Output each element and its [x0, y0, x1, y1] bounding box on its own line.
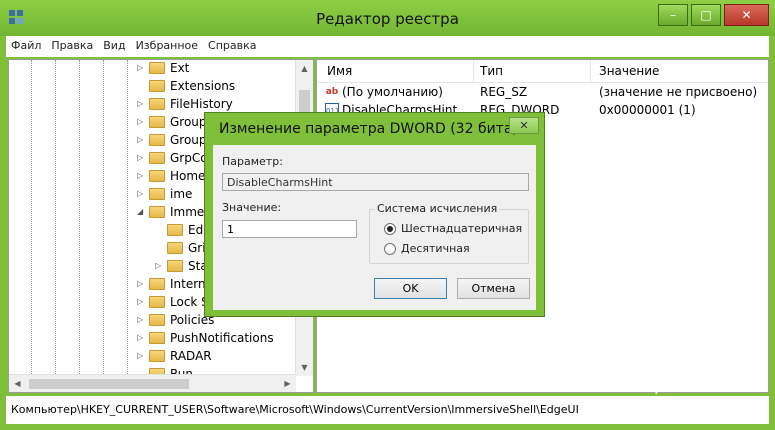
expand-arrow-icon[interactable] — [155, 244, 163, 252]
scroll-up-arrow-icon[interactable]: ▲ — [296, 60, 313, 77]
folder-icon — [167, 242, 183, 254]
scroll-thumb[interactable] — [29, 379, 189, 389]
expand-arrow-icon[interactable]: ▷ — [137, 100, 145, 108]
folder-icon — [167, 260, 183, 272]
tree-item-label: Gri — [188, 241, 206, 255]
folder-icon — [149, 62, 165, 74]
tree-item[interactable]: Extensions — [9, 78, 296, 96]
expand-arrow-icon[interactable]: ▷ — [137, 352, 145, 360]
expand-arrow-icon[interactable]: ▷ — [137, 190, 145, 198]
folder-icon — [149, 278, 165, 290]
value-data: 0x00000001 (1) — [599, 103, 696, 117]
folder-icon — [149, 152, 165, 164]
cancel-button[interactable]: Отмена — [457, 278, 530, 299]
expand-arrow-icon[interactable]: ▷ — [137, 298, 145, 306]
edit-dword-dialog: Изменение параметра DWORD (32 бита) ✕ Па… — [204, 112, 545, 317]
list-item[interactable]: ab (По умолчанию) REG_SZ (значение не пр… — [317, 84, 768, 102]
expand-arrow-icon[interactable]: ▷ — [155, 262, 163, 270]
menu-bar: Файл Правка Вид Избранное Справка — [6, 36, 769, 57]
title-bar[interactable]: Редактор реестра – □ ✕ — [0, 0, 775, 36]
decimal-radio[interactable] — [384, 243, 396, 255]
expand-arrow-icon[interactable]: ▷ — [137, 154, 145, 162]
maximize-button[interactable]: □ — [691, 4, 721, 26]
expand-arrow-icon[interactable]: ▷ — [137, 172, 145, 180]
tree-item-label: ime — [170, 187, 193, 201]
dialog-close-button[interactable]: ✕ — [509, 117, 539, 134]
base-group-label: Система исчисления — [375, 202, 500, 215]
value-type: REG_SZ — [480, 85, 528, 99]
expand-arrow-icon[interactable]: ▷ — [137, 334, 145, 342]
folder-icon — [149, 98, 165, 110]
scroll-right-arrow-icon[interactable]: ▶ — [279, 375, 296, 392]
registry-editor-window: Редактор реестра – □ ✕ Файл Правка Вид Избр… — [0, 0, 775, 430]
folder-icon — [149, 134, 165, 146]
tree-item-label: Group — [170, 133, 207, 147]
folder-icon — [149, 296, 165, 308]
expand-arrow-icon[interactable]: ▷ — [137, 118, 145, 126]
minimize-button[interactable]: – — [658, 4, 688, 26]
folder-icon — [149, 170, 165, 182]
expand-arrow-icon[interactable]: ▷ — [137, 136, 145, 144]
folder-icon — [149, 332, 165, 344]
menu-help[interactable]: Справка — [203, 36, 261, 55]
tree-horizontal-scrollbar[interactable]: ◀ ▶ — [9, 374, 296, 392]
folder-icon — [149, 188, 165, 200]
string-value-icon: ab — [325, 87, 339, 97]
tree-item[interactable]: ▷ Ext — [9, 60, 296, 78]
menu-edit[interactable]: Правка — [46, 36, 98, 55]
hex-radio[interactable] — [384, 223, 396, 235]
tree-item[interactable]: ▷ PushNotifications — [9, 330, 296, 348]
expand-arrow-icon[interactable]: ▷ — [137, 316, 145, 324]
expand-arrow-icon[interactable]: ▷ — [137, 64, 145, 72]
tree-item-label: Group — [170, 115, 207, 129]
parameter-name-field: DisableCharmsHint — [222, 173, 529, 191]
value-label: Значение: — [222, 201, 282, 214]
watermark: www.wincore.ru — [580, 389, 747, 413]
folder-icon — [149, 314, 165, 326]
folder-icon — [149, 350, 165, 362]
expand-arrow-icon[interactable]: ▷ — [137, 280, 145, 288]
tree-item-label: Extensions — [170, 79, 236, 93]
ok-button[interactable]: OK — [374, 278, 447, 299]
column-name-header[interactable]: Имя — [327, 64, 352, 78]
tree-item-label: RADAR — [170, 349, 212, 363]
column-data-header[interactable]: Значение — [599, 64, 659, 78]
value-data: (значение не присвоено) — [599, 85, 758, 99]
tree-item-label: Ext — [170, 61, 190, 75]
parameter-label: Параметр: — [222, 155, 283, 168]
scroll-left-arrow-icon[interactable]: ◀ — [9, 375, 26, 392]
tree-item-label: Lock S — [170, 295, 209, 309]
close-button[interactable]: ✕ — [724, 4, 769, 26]
list-header: Имя Тип Значение — [317, 60, 768, 83]
tree-item-label: PushNotifications — [170, 331, 274, 345]
current-key-path: Компьютер\HKEY_CURRENT_USER\Software\Mic… — [11, 403, 579, 416]
tree-item[interactable]: ▷ RADAR — [9, 348, 296, 366]
folder-icon — [149, 80, 165, 92]
scroll-down-arrow-icon[interactable]: ▼ — [296, 359, 313, 376]
menu-file[interactable]: Файл — [6, 36, 46, 55]
value-name: (По умолчанию) — [342, 85, 443, 99]
expand-arrow-icon[interactable] — [155, 226, 163, 234]
dialog-body: Параметр: DisableCharmsHint Значение: 1 … — [213, 145, 536, 310]
folder-icon — [149, 206, 165, 218]
folder-icon — [167, 224, 183, 236]
tree-item-label: FileHistory — [170, 97, 233, 111]
base-groupbox: Система исчисления Шестнадцатеричная Дес… — [369, 202, 529, 264]
decimal-radio-label[interactable]: Десятичная — [401, 242, 470, 255]
menu-favorites[interactable]: Избранное — [131, 36, 203, 55]
value-data-input[interactable]: 1 — [222, 220, 357, 238]
folder-icon — [149, 116, 165, 128]
menu-view[interactable]: Вид — [98, 36, 130, 55]
expand-arrow-icon[interactable] — [137, 82, 145, 90]
collapse-arrow-icon[interactable]: ◢ — [137, 208, 145, 216]
tree-item-label: Home — [170, 169, 206, 183]
dialog-title: Изменение параметра DWORD (32 бита) — [219, 121, 518, 137]
hex-radio-label[interactable]: Шестнадцатеричная — [401, 222, 522, 235]
tree-item-label: GrpCo — [170, 151, 208, 165]
column-type-header[interactable]: Тип — [480, 64, 503, 78]
